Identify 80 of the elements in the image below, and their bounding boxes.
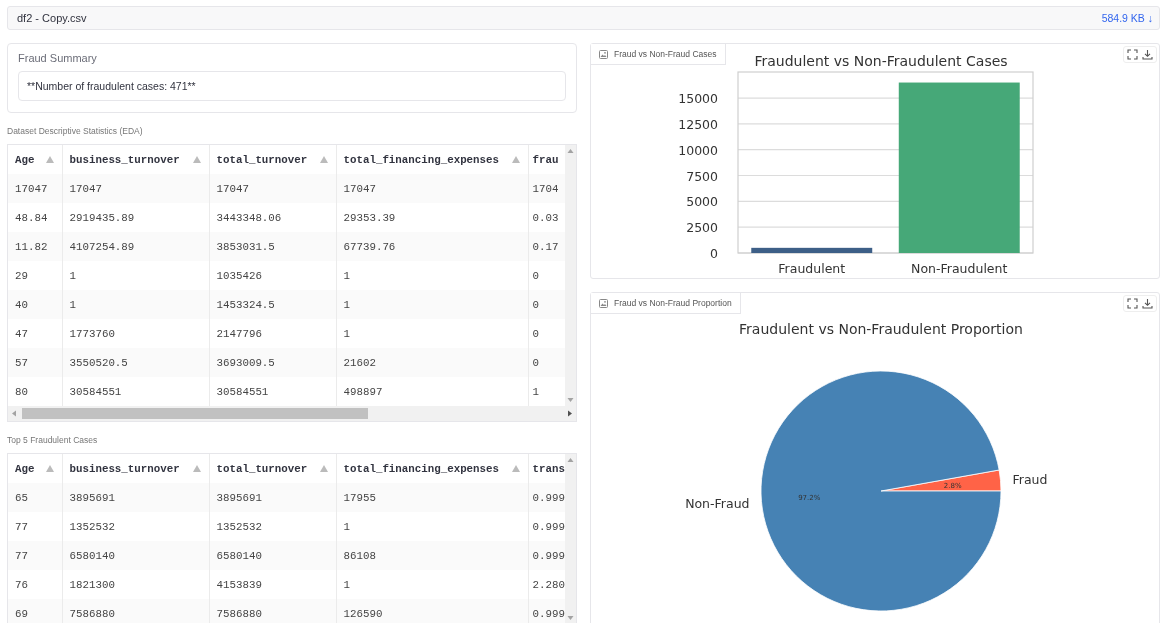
table-cell: 65 bbox=[8, 483, 62, 512]
chart-tab[interactable]: Fraud vs Non-Fraud Proportion bbox=[591, 293, 741, 314]
table-cell: 1 bbox=[336, 290, 528, 319]
table-cell: 6580140 bbox=[209, 541, 336, 570]
table-cell: 3853031.5 bbox=[209, 232, 336, 261]
table-cell: 21602 bbox=[336, 348, 528, 377]
sort-icon bbox=[45, 156, 54, 163]
table-cell: 17955 bbox=[336, 483, 528, 512]
table-cell: 1 bbox=[62, 290, 209, 319]
table-cell: 17047 bbox=[8, 174, 62, 203]
table-cell: 3550520.5 bbox=[62, 348, 209, 377]
table-cell: 126590 bbox=[336, 599, 528, 623]
arrow-down-icon[interactable] bbox=[567, 396, 574, 403]
scrollbar-thumb[interactable] bbox=[22, 408, 368, 419]
fullscreen-icon[interactable] bbox=[1127, 298, 1138, 309]
axis-tick-label: 12500 bbox=[678, 116, 718, 132]
slice-label: Fraud bbox=[1012, 472, 1048, 488]
table-cell: 77 bbox=[8, 541, 62, 570]
horizontal-scrollbar[interactable] bbox=[8, 406, 576, 421]
table-cell: 0.17 bbox=[528, 232, 565, 261]
summary-title: Fraud Summary bbox=[18, 52, 98, 64]
file-size-link[interactable]: 584.9 KB ↓ bbox=[1101, 12, 1153, 24]
table-cell: 1453324.5 bbox=[209, 290, 336, 319]
sort-icon bbox=[319, 465, 328, 472]
arrow-left-icon[interactable] bbox=[11, 410, 18, 417]
slice-label: Non-Fraud bbox=[685, 495, 750, 511]
sort-icon bbox=[511, 156, 520, 163]
image-icon bbox=[599, 49, 608, 59]
table-cell: 40 bbox=[8, 290, 62, 319]
table-caption: Top 5 Fraudulent Cases bbox=[7, 435, 99, 445]
table-cell: 3895691 bbox=[209, 483, 336, 512]
table-cell: 0.999 bbox=[528, 541, 565, 570]
sort-icon bbox=[45, 465, 54, 472]
axis-tick-label: 2500 bbox=[686, 220, 718, 236]
axis-tick-label: 10000 bbox=[678, 142, 718, 158]
table-caption: Dataset Descriptive Statistics (EDA) bbox=[7, 126, 144, 136]
chart-title: Fraudulent vs Non-Fraudulent Proportion bbox=[739, 321, 1023, 337]
file-name: df2 - Copy.csv bbox=[17, 12, 87, 24]
sort-icon bbox=[192, 156, 201, 163]
axis-tick-label: 15000 bbox=[678, 91, 718, 107]
vertical-scrollbar[interactable] bbox=[565, 454, 576, 623]
table-cell: 4107254.89 bbox=[62, 232, 209, 261]
sort-icon bbox=[511, 465, 520, 472]
table-cell: 0.999 bbox=[528, 599, 565, 623]
table-cell: 17047 bbox=[209, 174, 336, 203]
chart-tab[interactable]: Fraud vs Non-Fraud Cases bbox=[591, 44, 726, 65]
table-cell: 3895691 bbox=[62, 483, 209, 512]
table-cell: 11.82 bbox=[8, 232, 62, 261]
fullscreen-icon[interactable] bbox=[1127, 49, 1138, 60]
table-cell: 0.999 bbox=[528, 483, 565, 512]
category-label: Fraudulent bbox=[778, 261, 846, 276]
arrow-down-icon[interactable] bbox=[567, 614, 574, 621]
table-cell: 0 bbox=[528, 348, 565, 377]
sort-icon bbox=[319, 156, 328, 163]
arrow-up-icon[interactable] bbox=[567, 148, 574, 155]
chart-title: Fraudulent vs Non-Fraudulent Cases bbox=[754, 53, 1008, 69]
table-cell: 17047 bbox=[62, 174, 209, 203]
table-cell: 67739.76 bbox=[336, 232, 528, 261]
message-box: **Number of fraudulent cases: 471** bbox=[18, 71, 566, 101]
table-cell: 6580140 bbox=[62, 541, 209, 570]
table-cell: 1704 bbox=[528, 174, 565, 203]
vertical-scrollbar[interactable] bbox=[565, 145, 576, 406]
table-cell: 7586880 bbox=[62, 599, 209, 623]
table-cell: 69 bbox=[8, 599, 62, 623]
table-cell: 3693009.5 bbox=[209, 348, 336, 377]
sort-icon bbox=[192, 465, 201, 472]
axis-tick-label: 5000 bbox=[686, 194, 718, 210]
category-label: Non-Fraudulent bbox=[911, 261, 1008, 276]
arrow-up-icon[interactable] bbox=[567, 457, 574, 464]
axis-tick-label: 0 bbox=[710, 246, 718, 261]
axis-tick-label: 7500 bbox=[686, 168, 718, 184]
download-icon[interactable] bbox=[1142, 49, 1153, 60]
image-icon bbox=[599, 298, 608, 308]
table-cell: 7586880 bbox=[209, 599, 336, 623]
arrow-right-icon[interactable] bbox=[566, 410, 573, 417]
table-cell: 57 bbox=[8, 348, 62, 377]
table-cell: 86108 bbox=[336, 541, 528, 570]
table-cell: 0 bbox=[528, 290, 565, 319]
table-cell: 17047 bbox=[336, 174, 528, 203]
download-icon[interactable] bbox=[1142, 298, 1153, 309]
